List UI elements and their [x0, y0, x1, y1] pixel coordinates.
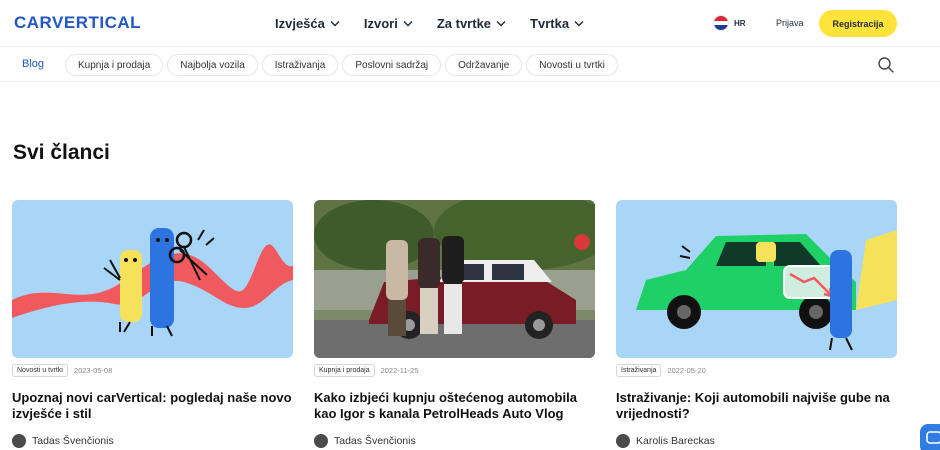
- category-pill[interactable]: Održavanje: [445, 54, 523, 76]
- category-pill[interactable]: Poslovni sadržaj: [342, 54, 442, 76]
- nav-label: Izvori: [363, 16, 398, 31]
- chat-widget-button[interactable]: [920, 424, 940, 450]
- avatar: [12, 434, 26, 448]
- nav-izvjesca[interactable]: Izvješća: [275, 16, 340, 31]
- carvertical-logo[interactable]: CARVERTICAL: [14, 13, 141, 33]
- nav-label: Izvješća: [275, 16, 325, 31]
- ribbon-cutting-illustration: [12, 200, 293, 358]
- article-date: 2023-05-08: [73, 366, 113, 375]
- article-title[interactable]: Istraživanje: Koji automobili najviše gu…: [616, 390, 897, 422]
- top-header: CARVERTICAL Izvješća Izvori Za tvrtke Tv…: [0, 0, 940, 46]
- car-depreciation-illustration: [616, 200, 897, 358]
- article-card[interactable]: Kupnja i prodaja 2022-11-25 Kako izbjeći…: [314, 200, 595, 448]
- article-date: 2022-11-25: [380, 366, 419, 375]
- nav-label: Tvrtka: [530, 16, 570, 31]
- article-image[interactable]: [616, 200, 897, 358]
- chevron-down-icon: [403, 21, 413, 27]
- author-name: Tadas Švenčionis: [32, 435, 114, 447]
- article-date: 2022-05-20: [667, 366, 706, 375]
- chevron-down-icon: [574, 21, 584, 27]
- category-pill[interactable]: Novosti u tvrtki: [526, 54, 618, 76]
- login-link[interactable]: Prijava: [776, 18, 804, 28]
- article-meta: Novosti u tvrtki 2023-05-08: [12, 364, 293, 377]
- article-author: Karolis Bareckas: [616, 434, 715, 448]
- article-image[interactable]: [314, 200, 595, 358]
- article-meta: Istraživanja 2022-05-20: [616, 364, 897, 377]
- author-name: Tadas Švenčionis: [334, 435, 416, 447]
- register-button[interactable]: Registracija: [819, 10, 897, 37]
- car-inspection-photo: [314, 200, 595, 358]
- search-icon[interactable]: [877, 56, 895, 74]
- category-tag[interactable]: Istraživanja: [616, 364, 662, 377]
- article-image[interactable]: [12, 200, 293, 358]
- avatar: [314, 434, 328, 448]
- nav-izvori[interactable]: Izvori: [364, 16, 413, 31]
- page-title: Svi članci: [13, 141, 110, 164]
- category-tag[interactable]: Novosti u tvrtki: [12, 364, 68, 377]
- nav-tvrtka[interactable]: Tvrtka: [530, 16, 584, 31]
- main-nav: Izvješća Izvori Za tvrtke Tvrtka: [275, 16, 608, 31]
- author-name: Karolis Bareckas: [636, 435, 715, 447]
- article-title[interactable]: Kako izbjeći kupnju oštećenog automobila…: [314, 390, 595, 422]
- language-code: HR: [734, 18, 746, 28]
- category-pill[interactable]: Kupnja i prodaja: [65, 54, 164, 76]
- nav-label: Za tvrtke: [436, 16, 492, 31]
- croatia-flag-icon: [713, 15, 729, 31]
- category-pill[interactable]: Istraživanja: [261, 54, 339, 76]
- blog-link[interactable]: Blog: [22, 58, 44, 70]
- category-pill[interactable]: Najbolja vozila: [167, 54, 258, 76]
- blog-category-bar: Blog Kupnja i prodaja Najbolja vozila Is…: [0, 46, 940, 82]
- article-title[interactable]: Upoznaj novi carVertical: pogledaj naše …: [12, 390, 293, 422]
- language-selector[interactable]: HR: [713, 15, 746, 31]
- nav-za-tvrtke[interactable]: Za tvrtke: [437, 16, 506, 31]
- chat-icon: [926, 431, 940, 444]
- category-tag[interactable]: Kupnja i prodaja: [314, 364, 375, 377]
- chevron-down-icon: [496, 21, 506, 27]
- article-meta: Kupnja i prodaja 2022-11-25: [314, 364, 595, 377]
- avatar: [616, 434, 630, 448]
- article-card[interactable]: Novosti u tvrtki 2023-05-08 Upoznaj novi…: [12, 200, 293, 448]
- category-pills: Kupnja i prodaja Najbolja vozila Istraži…: [65, 54, 618, 76]
- chevron-down-icon: [330, 21, 340, 27]
- article-author: Tadas Švenčionis: [12, 434, 114, 448]
- article-author: Tadas Švenčionis: [314, 434, 416, 448]
- article-card[interactable]: Istraživanja 2022-05-20 Istraživanje: Ko…: [616, 200, 897, 448]
